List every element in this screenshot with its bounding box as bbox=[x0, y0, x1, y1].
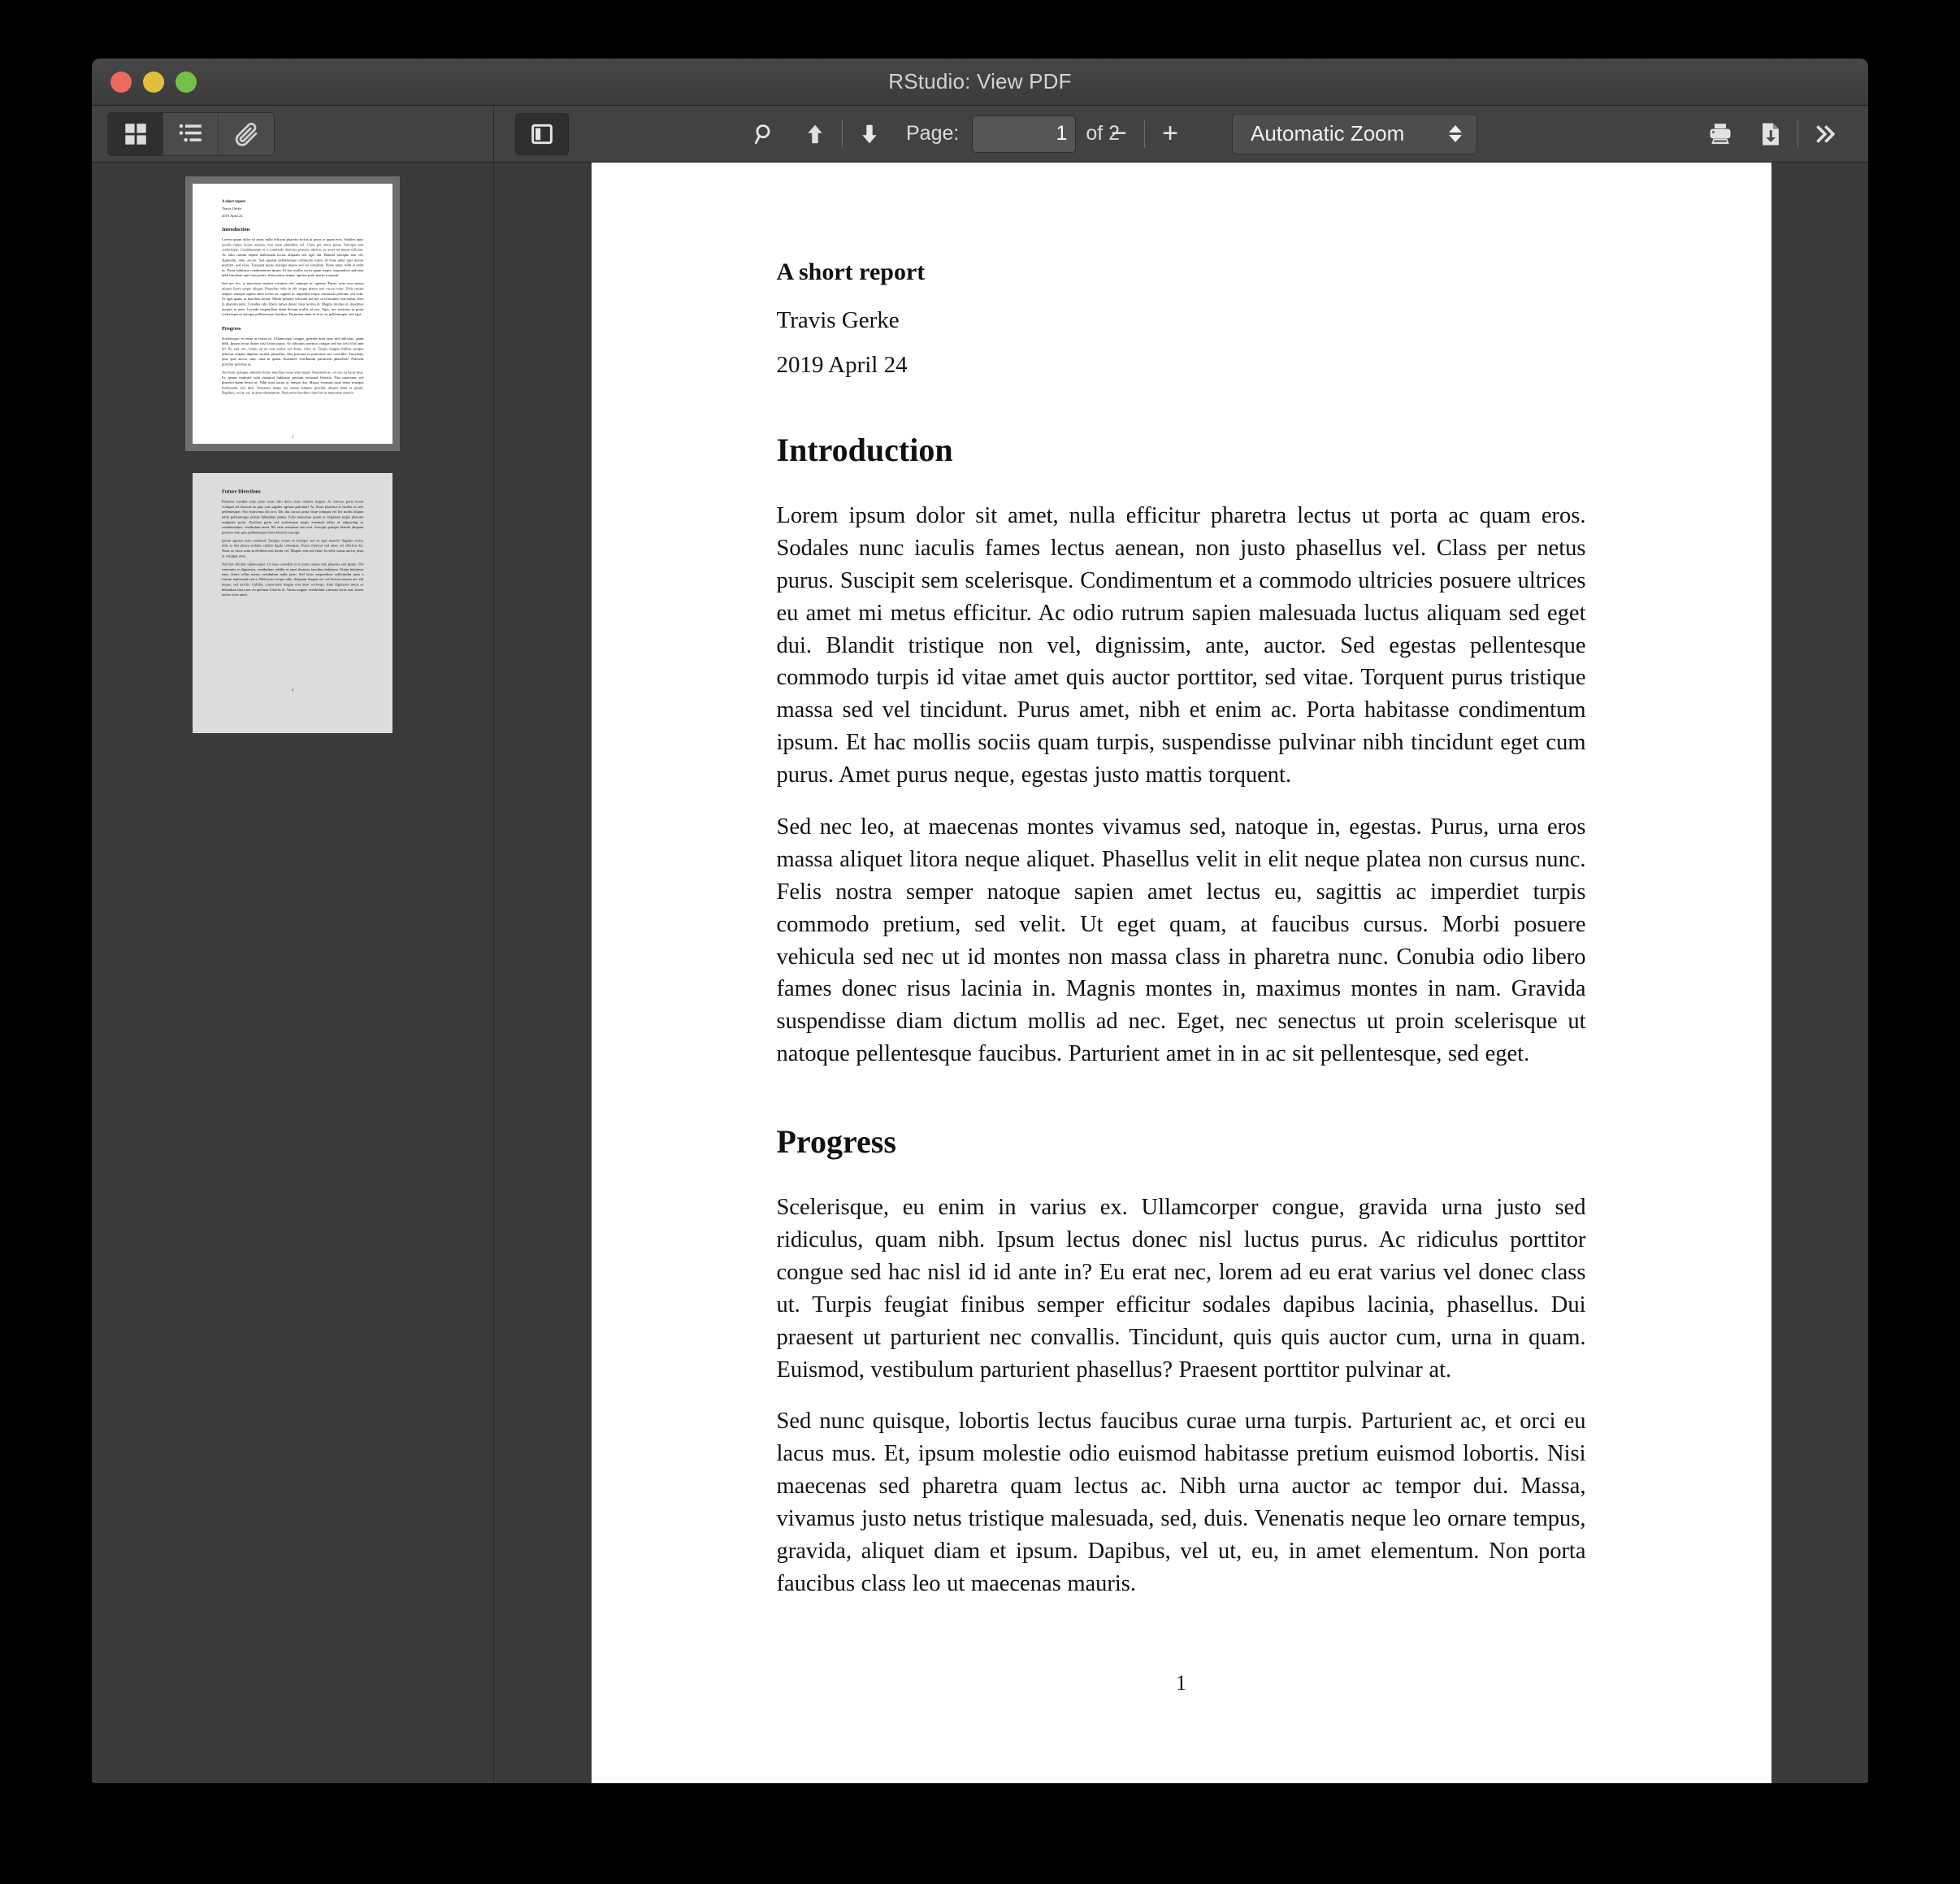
chevron-updown-icon bbox=[1449, 125, 1462, 142]
zoom-level-value: Automatic Zoom bbox=[1251, 121, 1404, 146]
page-number-input[interactable]: 1 bbox=[972, 115, 1076, 153]
thumb-paragraph: Sed nunc quisque, lobortis lectus faucib… bbox=[222, 370, 363, 396]
grid-icon bbox=[122, 120, 150, 148]
paragraph: Scelerisque, eu enim in varius ex. Ullam… bbox=[777, 1192, 1586, 1386]
thumb-paragraph: Pharetra conubia enim justo taciti odio … bbox=[222, 499, 363, 535]
nav-divider bbox=[842, 120, 843, 148]
tools-divider bbox=[1797, 120, 1798, 148]
double-chevron-right-icon bbox=[1811, 120, 1839, 148]
next-page-button[interactable] bbox=[844, 113, 895, 155]
thumb-heading-future-directions: Future Directions bbox=[222, 488, 363, 494]
print-button[interactable] bbox=[1695, 113, 1745, 155]
search-icon bbox=[752, 121, 778, 147]
print-icon bbox=[1706, 120, 1734, 148]
list-icon bbox=[177, 120, 205, 148]
paragraph: Lorem ipsum dolor sit amet, nulla effici… bbox=[777, 500, 1586, 792]
document-date: 2019 April 24 bbox=[777, 352, 1586, 379]
thumb-paragraph: Ipsum egestas justo euismod. Tempus orna… bbox=[222, 538, 363, 558]
arrow-up-icon bbox=[803, 122, 827, 146]
viewer-body: A short report Travis Gerke 2019 April 2… bbox=[92, 163, 1868, 1783]
zoom-cluster: − + bbox=[1095, 113, 1194, 155]
thumbnails-button[interactable] bbox=[108, 113, 163, 155]
previous-page-button[interactable] bbox=[790, 113, 840, 155]
thumb-paragraph: Sed nec leo, at maecenas montes vivamus … bbox=[222, 281, 363, 317]
pdf-viewer-window: RStudio: View PDF bbox=[92, 59, 1868, 1783]
download-icon bbox=[1757, 120, 1784, 148]
toolbar-right-tools bbox=[1695, 113, 1850, 155]
zoom-in-button[interactable]: + bbox=[1147, 113, 1194, 155]
toolbar-main-controls: Page: 1 of 2 − + Automatic Zoom bbox=[494, 106, 1868, 162]
find-button[interactable] bbox=[739, 113, 790, 155]
pdf-toolbar: Page: 1 of 2 − + Automatic Zoom bbox=[92, 106, 1868, 163]
sidebar-view-button-group bbox=[107, 112, 275, 156]
thumb-doc-title: A short report bbox=[222, 199, 363, 203]
more-tools-button[interactable] bbox=[1800, 113, 1850, 155]
thumbnail-page-1[interactable]: A short report Travis Gerke 2019 April 2… bbox=[193, 184, 392, 444]
thumbnail-page-2[interactable]: Future Directions Pharetra conubia enim … bbox=[193, 473, 392, 733]
zoom-level-select[interactable]: Automatic Zoom bbox=[1232, 114, 1477, 154]
paragraph: Sed nunc quisque, lobortis lectus faucib… bbox=[777, 1405, 1586, 1600]
thumb-paragraph: Lorem ipsum dolor sit amet, nulla effici… bbox=[222, 237, 363, 278]
sidebar-toggle-button[interactable] bbox=[515, 113, 569, 155]
paragraph: Sed nec leo, at maecenas montes vivamus … bbox=[777, 811, 1586, 1070]
document-outline-button[interactable] bbox=[163, 113, 219, 155]
pdf-page-content: A short report Travis Gerke 2019 April 2… bbox=[592, 258, 1771, 1600]
heading-progress: Progress bbox=[777, 1122, 1586, 1161]
pdf-page-number: 1 bbox=[592, 1671, 1771, 1695]
thumb-paragraph: Scelerisque, eu enim in varius ex. Ullam… bbox=[222, 336, 363, 367]
thumbnail-page-1-content: A short report Travis Gerke 2019 April 2… bbox=[193, 184, 392, 439]
window-titlebar: RStudio: View PDF bbox=[92, 59, 1868, 106]
heading-introduction: Introduction bbox=[777, 431, 1586, 469]
download-button[interactable] bbox=[1745, 113, 1796, 155]
thumb-paragraph: Sed dui efficitur ullamcorper. Ut risus … bbox=[222, 562, 363, 597]
zoom-out-button[interactable]: − bbox=[1095, 113, 1143, 155]
thumb-heading-introduction: Introduction bbox=[222, 226, 363, 232]
thumbnail-sidebar[interactable]: A short report Travis Gerke 2019 April 2… bbox=[92, 163, 494, 1783]
thumbnail-list: A short report Travis Gerke 2019 April 2… bbox=[92, 184, 493, 733]
thumb-page-number: 1 bbox=[222, 434, 363, 439]
window-title: RStudio: View PDF bbox=[92, 69, 1868, 94]
thumbnail-page-2-content: Future Directions Pharetra conubia enim … bbox=[193, 473, 392, 692]
arrow-down-icon bbox=[857, 122, 882, 146]
attachments-button[interactable] bbox=[219, 113, 274, 155]
thumb-doc-author: Travis Gerke bbox=[222, 206, 363, 211]
zoom-divider bbox=[1144, 120, 1145, 148]
thumb-doc-date: 2019 April 24 bbox=[222, 214, 363, 218]
page-navigation-cluster: Page: 1 of 2 bbox=[739, 113, 1120, 155]
thumb-heading-progress: Progress bbox=[222, 325, 363, 331]
sidebar-toggle-icon bbox=[529, 121, 555, 147]
pdf-page-1: A short report Travis Gerke 2019 April 2… bbox=[592, 163, 1771, 1783]
thumb-page-number: 2 bbox=[222, 688, 363, 692]
paperclip-icon bbox=[232, 119, 261, 149]
pdf-viewer-scroll-area[interactable]: A short report Travis Gerke 2019 April 2… bbox=[494, 163, 1868, 1783]
document-author: Travis Gerke bbox=[777, 307, 1586, 334]
page-label: Page: bbox=[906, 122, 959, 145]
sidebar-view-controls bbox=[92, 106, 494, 162]
document-title: A short report bbox=[777, 258, 1586, 286]
